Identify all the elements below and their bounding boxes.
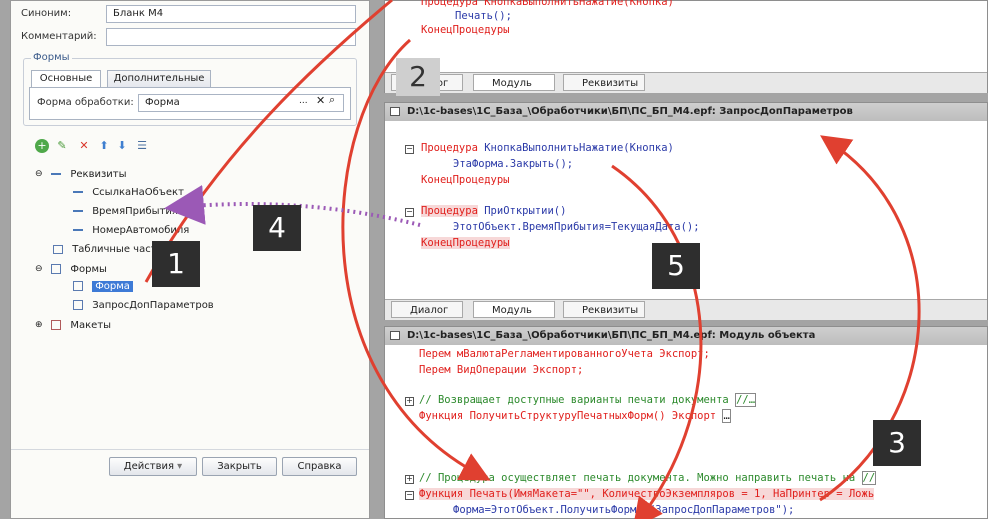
- arrow-5: [611, 164, 703, 519]
- arrow-2: [341, 38, 491, 481]
- step-badge-2: 2: [396, 58, 440, 96]
- step-badge-4: 4: [253, 205, 301, 251]
- annotation-arrows: [144, 0, 921, 519]
- step-badge-3: 3: [873, 420, 921, 466]
- step-badge-1: 1: [152, 241, 200, 287]
- step-badge-5: 5: [652, 243, 700, 289]
